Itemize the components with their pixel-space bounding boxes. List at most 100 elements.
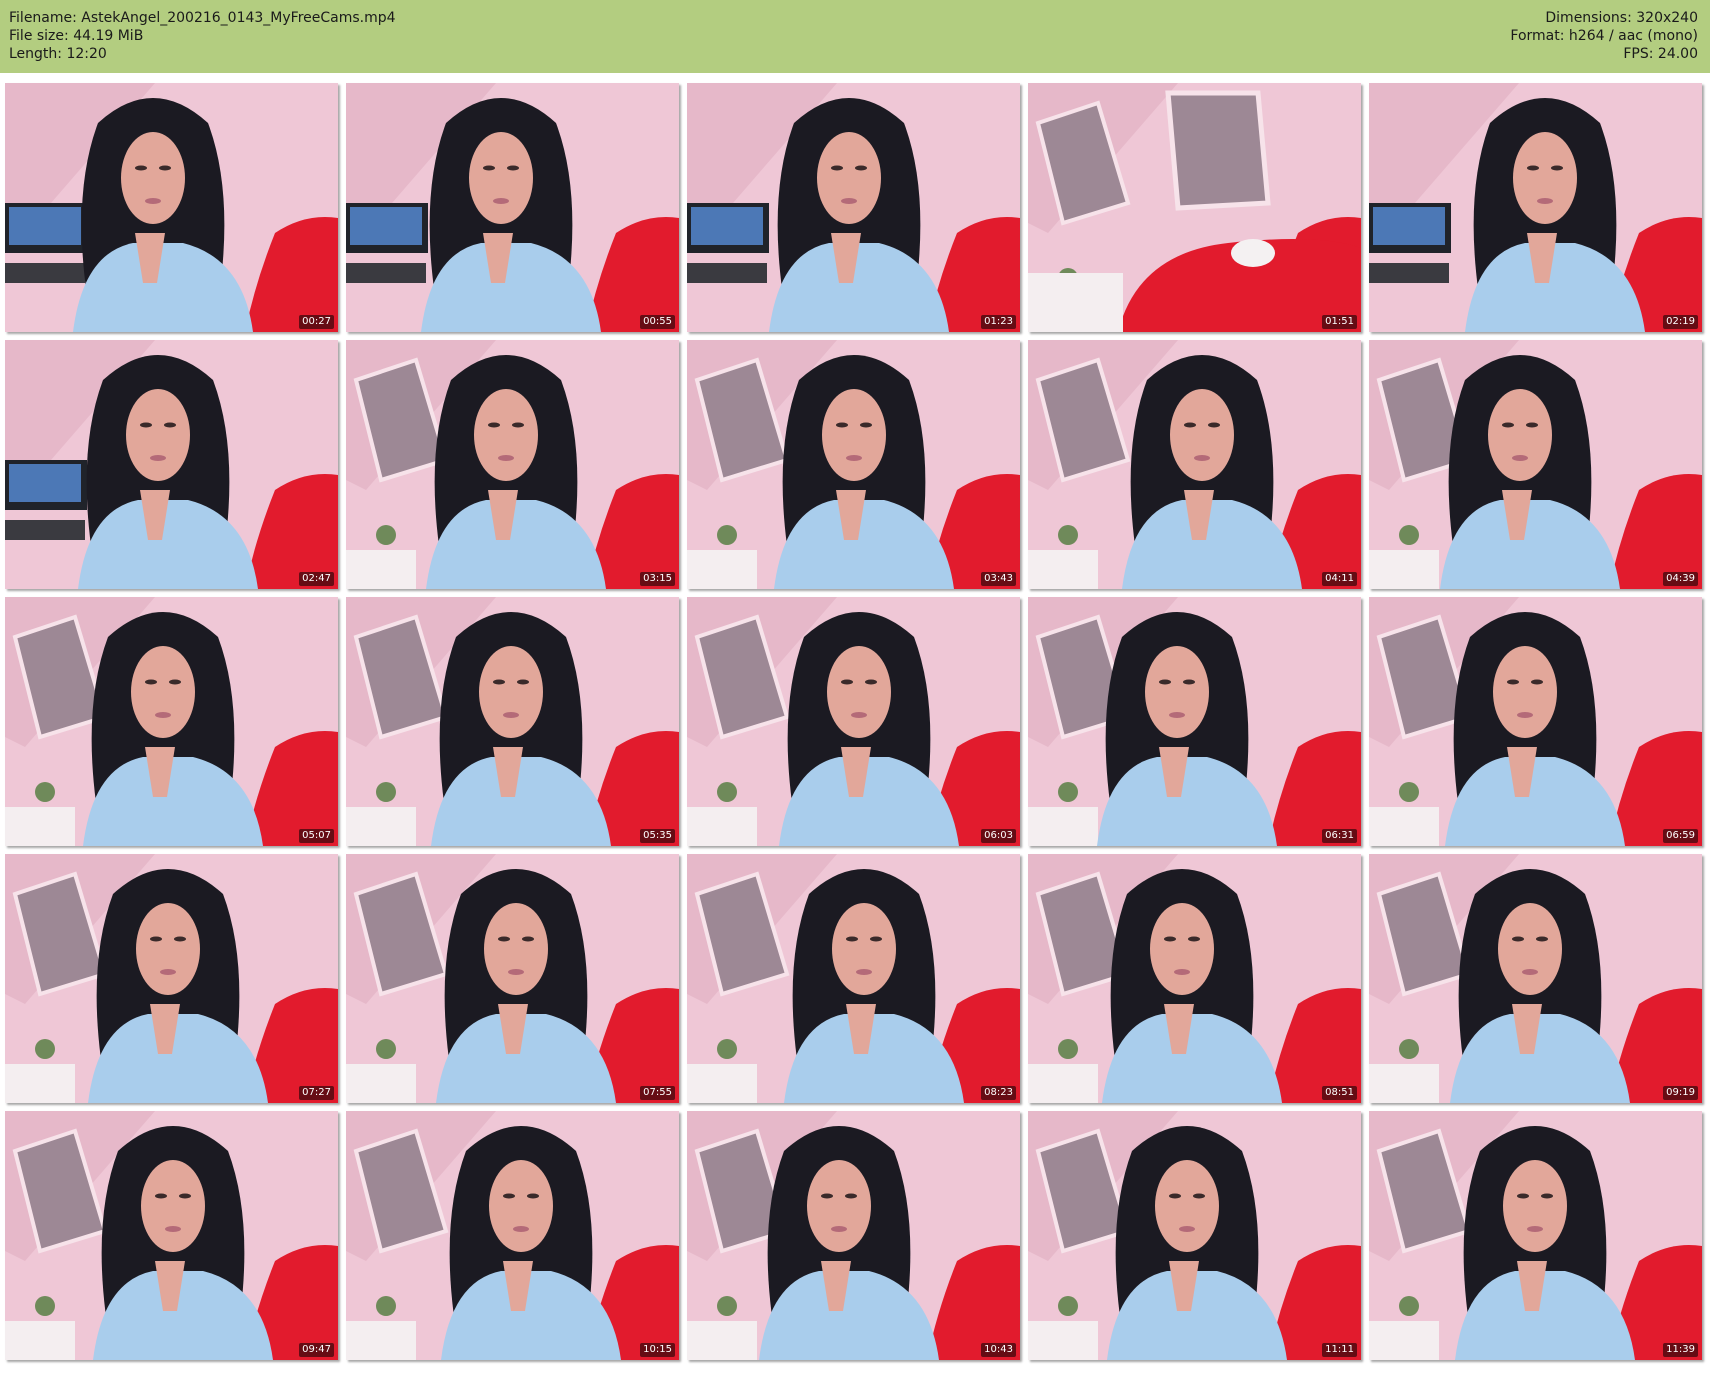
frame-image [1028,1111,1361,1360]
video-thumbnail[interactable]: 07:55 [346,854,679,1103]
plant-icon [35,782,55,802]
frame-image [1028,597,1361,846]
timestamp-label: 08:23 [981,1086,1016,1100]
plant-icon [717,525,737,545]
timestamp-label: 06:31 [1322,829,1357,843]
timestamp-label: 01:23 [981,315,1016,329]
frame-image [1369,340,1702,589]
timestamp-label: 11:11 [1322,1343,1357,1357]
video-thumbnail[interactable]: 06:59 [1369,597,1702,846]
fps-label: FPS: 24.00 [1623,46,1698,62]
timestamp-label: 02:19 [1663,315,1698,329]
timestamp-label: 09:47 [299,1343,334,1357]
timestamp-label: 10:43 [981,1343,1016,1357]
timestamp-label: 04:39 [1663,572,1698,586]
plant-icon [376,1039,396,1059]
plant-icon [376,525,396,545]
frame-image [1369,1111,1702,1360]
video-thumbnail[interactable]: 06:31 [1028,597,1361,846]
frame-image [1369,854,1702,1103]
timestamp-label: 03:43 [981,572,1016,586]
video-thumbnail[interactable]: 02:19 [1369,83,1702,332]
frame-image [5,340,338,589]
frame-image [346,854,679,1103]
timestamp-label: 05:35 [640,829,675,843]
timestamp-label: 11:39 [1663,1343,1698,1357]
video-thumbnail[interactable]: 10:43 [687,1111,1020,1360]
video-thumbnail[interactable]: 04:39 [1369,340,1702,589]
frame-image [346,83,679,332]
timestamp-label: 02:47 [299,572,334,586]
video-thumbnail[interactable]: 09:47 [5,1111,338,1360]
stream-info: Dimensions: 320x240 Format: h264 / aac (… [1510,9,1698,63]
format-label: Format: h264 / aac (mono) [1510,28,1698,44]
video-thumbnail[interactable]: 09:19 [1369,854,1702,1103]
timestamp-label: 09:19 [1663,1086,1698,1100]
video-thumbnail[interactable]: 10:15 [346,1111,679,1360]
video-thumbnail[interactable]: 04:11 [1028,340,1361,589]
thumbnail-grid: 00:27 00:55 01:23 01:51 02:19 02:47 03:15 03:43… [5,83,1705,1367]
frame-image [5,1111,338,1360]
plant-icon [376,1296,396,1316]
video-thumbnail[interactable]: 02:47 [5,340,338,589]
plant-icon [1399,782,1419,802]
plant-icon [35,1296,55,1316]
plant-icon [1058,1039,1078,1059]
frame-image [687,83,1020,332]
video-thumbnail[interactable]: 00:55 [346,83,679,332]
frame-image [1369,597,1702,846]
video-thumbnail[interactable]: 05:07 [5,597,338,846]
frame-image [687,597,1020,846]
plant-icon [35,1039,55,1059]
video-thumbnail[interactable]: 07:27 [5,854,338,1103]
plant-icon [1058,782,1078,802]
frame-image [1028,854,1361,1103]
video-thumbnail[interactable]: 08:51 [1028,854,1361,1103]
plant-icon [1399,525,1419,545]
plant-icon [1399,1296,1419,1316]
frame-image [346,340,679,589]
filesize-label: File size: 44.19 MiB [9,28,144,44]
frame-image [1369,83,1702,332]
frame-image [5,854,338,1103]
timestamp-label: 07:55 [640,1086,675,1100]
plant-icon [376,782,396,802]
filename-label: Filename: AstekAngel_200216_0143_MyFreeC… [9,10,396,26]
video-thumbnail[interactable]: 01:23 [687,83,1020,332]
frame-image [5,83,338,332]
timestamp-label: 03:15 [640,572,675,586]
timestamp-label: 08:51 [1322,1086,1357,1100]
timestamp-label: 07:27 [299,1086,334,1100]
frame-image [346,1111,679,1360]
timestamp-label: 06:03 [981,829,1016,843]
timestamp-label: 04:11 [1322,572,1357,586]
video-thumbnail[interactable]: 00:27 [5,83,338,332]
video-thumbnail[interactable]: 01:51 [1028,83,1361,332]
info-header: Filename: AstekAngel_200216_0143_MyFreeC… [0,0,1710,73]
plant-icon [1058,525,1078,545]
frame-image [687,1111,1020,1360]
plant-icon [717,1039,737,1059]
timestamp-label: 05:07 [299,829,334,843]
video-thumbnail[interactable]: 03:15 [346,340,679,589]
timestamp-label: 01:51 [1322,315,1357,329]
timestamp-label: 06:59 [1663,829,1698,843]
video-thumbnail[interactable]: 03:43 [687,340,1020,589]
plant-icon [1399,1039,1419,1059]
file-info: Filename: AstekAngel_200216_0143_MyFreeC… [9,9,396,63]
timestamp-label: 00:27 [299,315,334,329]
frame-image [346,597,679,846]
length-label: Length: 12:20 [9,46,107,62]
video-thumbnail[interactable]: 11:11 [1028,1111,1361,1360]
plant-icon [717,782,737,802]
video-thumbnail[interactable]: 08:23 [687,854,1020,1103]
video-thumbnail[interactable]: 11:39 [1369,1111,1702,1360]
plant-icon [1058,1296,1078,1316]
frame-image [1028,340,1361,589]
frame-image [5,597,338,846]
timestamp-label: 10:15 [640,1343,675,1357]
video-thumbnail[interactable]: 06:03 [687,597,1020,846]
frame-image [1028,83,1361,332]
plant-icon [717,1296,737,1316]
video-thumbnail[interactable]: 05:35 [346,597,679,846]
